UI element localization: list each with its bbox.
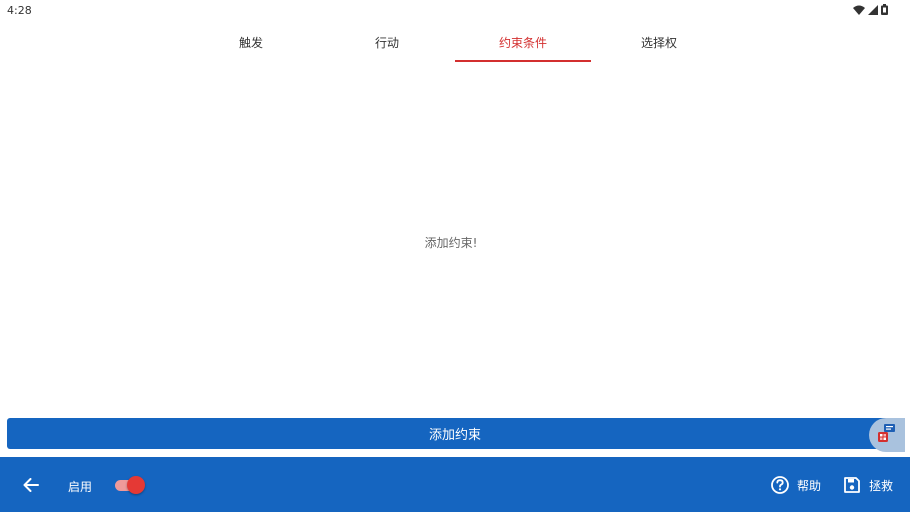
signal-icon <box>868 4 878 15</box>
rescue-label: 拯救 <box>869 478 894 493</box>
enable-toggle[interactable] <box>114 476 146 494</box>
back-button[interactable] <box>18 473 44 497</box>
tab-options[interactable]: 选择权 <box>591 22 727 62</box>
bottom-bar: 启用 帮助 拯救 <box>0 457 910 512</box>
arrow-left-icon <box>23 478 39 492</box>
help-circle-icon <box>770 475 790 495</box>
status-icons <box>853 4 888 15</box>
rescue-button[interactable]: 拯救 <box>843 474 893 496</box>
enable-label: 启用 <box>68 480 93 494</box>
tab-actions[interactable]: 行动 <box>319 22 455 62</box>
add-constraint-button[interactable]: 添加约束 <box>7 418 903 449</box>
status-bar: 4:28 <box>0 0 910 22</box>
empty-state-message: 添加约束! <box>424 236 478 250</box>
toggle-thumb <box>127 476 145 494</box>
battery-icon <box>881 4 888 15</box>
tab-triggers[interactable]: 触发 <box>183 22 319 62</box>
tab-constraints[interactable]: 约束条件 <box>455 22 591 62</box>
status-time: 4:28 <box>7 4 32 17</box>
wifi-icon <box>853 5 865 15</box>
help-label: 帮助 <box>797 478 822 493</box>
tab-bar: 触发 行动 约束条件 选择权 <box>183 22 728 62</box>
save-icon <box>843 476 861 494</box>
help-button[interactable]: 帮助 <box>770 474 821 496</box>
floating-app-icon <box>877 423 897 447</box>
floating-bubble[interactable] <box>869 418 905 452</box>
